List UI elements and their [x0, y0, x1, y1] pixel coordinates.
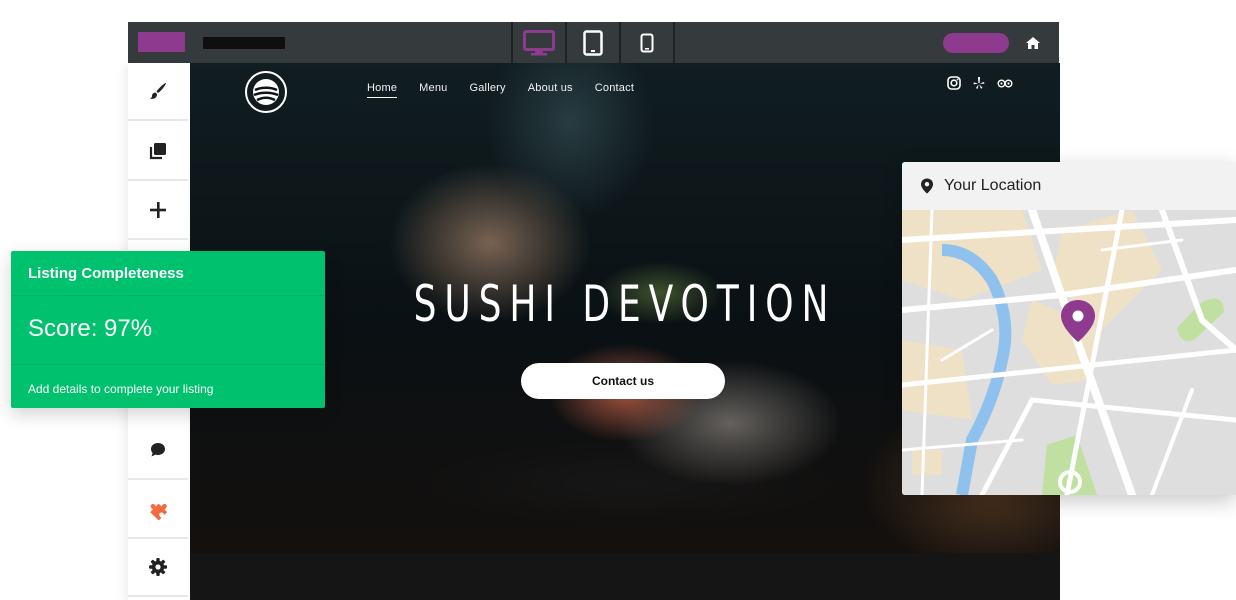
map-pin-icon	[921, 178, 933, 194]
add-tool-button[interactable]	[128, 182, 188, 240]
location-map-card[interactable]: Your Location	[902, 162, 1236, 495]
gear-icon	[149, 558, 167, 576]
plugins-tool-button[interactable]	[128, 481, 188, 539]
device-tablet-button[interactable]	[565, 22, 619, 63]
listing-title: Listing Completeness	[28, 265, 184, 282]
social-links	[947, 76, 1013, 90]
home-icon	[1026, 37, 1040, 49]
editor-toolbar	[128, 22, 1059, 63]
listing-hint[interactable]: Add details to complete your listing	[28, 382, 213, 396]
logo-mark-icon	[253, 79, 279, 105]
map-title: Your Location	[944, 177, 1042, 194]
site-nav: Home Menu Gallery About us Contact	[367, 82, 634, 98]
settings-tool-button[interactable]	[128, 539, 188, 597]
mobile-icon	[640, 33, 654, 52]
plus-icon	[150, 202, 166, 218]
nav-contact[interactable]: Contact	[595, 82, 634, 98]
home-button[interactable]	[1023, 34, 1043, 52]
paintbrush-icon	[150, 83, 166, 99]
pages-icon	[149, 143, 166, 160]
nav-home[interactable]: Home	[367, 82, 398, 98]
site-logo[interactable]	[245, 71, 287, 113]
listing-score: Score: 97%	[28, 315, 153, 342]
chat-icon	[151, 443, 165, 457]
device-mobile-button[interactable]	[619, 22, 675, 63]
contact-us-button[interactable]: Contact us	[521, 363, 725, 399]
comments-tool-button[interactable]	[128, 422, 188, 480]
tablet-icon	[583, 29, 603, 56]
instagram-icon[interactable]	[947, 76, 961, 90]
hero-title: SUSHI DEVOTION	[413, 275, 837, 333]
nav-about-us[interactable]: About us	[528, 82, 573, 98]
map-view[interactable]	[902, 206, 1236, 495]
tripadvisor-icon[interactable]	[997, 77, 1013, 89]
puzzle-icon	[150, 503, 168, 520]
site-name-placeholder	[203, 37, 285, 49]
nav-menu[interactable]: Menu	[419, 82, 447, 98]
pages-tool-button[interactable]	[128, 123, 188, 181]
design-tool-button[interactable]	[128, 63, 188, 121]
map-header: Your Location	[902, 162, 1236, 210]
nav-gallery[interactable]: Gallery	[469, 82, 505, 98]
brand-logo[interactable]	[138, 32, 185, 52]
desktop-icon	[523, 29, 555, 55]
yelp-icon[interactable]	[973, 76, 985, 90]
device-desktop-button[interactable]	[511, 22, 565, 63]
publish-button[interactable]	[943, 33, 1009, 53]
map-graphic	[902, 206, 1236, 495]
listing-completeness-card[interactable]: Listing Completeness Score: 97% Add deta…	[11, 251, 325, 408]
